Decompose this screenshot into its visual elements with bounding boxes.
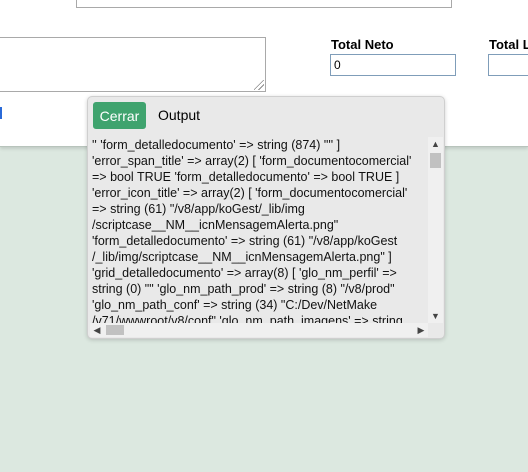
output-line: 'error_span_title' => array(2) [ 'form_d… [92,154,412,168]
output-line: => string (61) "/v8/app/koGest/_lib/img [92,202,305,216]
output-line: /_lib/img/scriptcase__NM__icnMensagemAle… [92,250,392,264]
output-line: 'grid_detalledocumento' => array(8) [ 'g… [92,266,397,280]
panel-title: Output [158,107,201,123]
scrollbar-corner [428,323,443,337]
output-line: string (0) "" 'glo_nm_path_prod' => stri… [92,282,395,296]
top-text-field[interactable] [76,0,452,8]
total-neto-label: Total Neto [331,37,394,52]
chevron-down-icon[interactable]: ▼ [428,309,443,323]
horizontal-scroll-thumb[interactable] [106,325,124,335]
chevron-right-icon[interactable]: ▶ [414,323,428,337]
total-l-label: Total L [489,37,528,52]
vertical-scrollbar[interactable]: ▲ ▼ [428,137,443,323]
output-panel: Cerrar Output '' 'form_detalledocumento'… [87,96,445,339]
output-line: 'error_icon_title' => array(2) [ 'form_d… [92,186,408,200]
notes-textarea[interactable] [0,37,266,92]
output-lines: '' 'form_detalledocumento' => string (87… [90,137,428,323]
output-line: 'form_detalledocumento' => string (61) "… [92,234,398,248]
resize-grip-icon[interactable] [254,80,264,90]
output-line: /v71/wwwroot/v8/conf" 'glo_nm_path_image… [92,314,403,323]
vertical-scroll-thumb[interactable] [430,153,441,168]
output-line: '' 'form_detalledocumento' => string (87… [92,138,341,152]
horizontal-scrollbar[interactable]: ◀ ▶ [90,323,428,337]
chevron-left-icon[interactable]: ◀ [90,323,104,337]
output-content[interactable]: '' 'form_detalledocumento' => string (87… [90,137,428,323]
total-neto-input[interactable] [330,54,456,76]
output-line: => bool TRUE 'form_detalledocumento' => … [92,170,400,184]
output-line: /scriptcase__NM__icnMensagemAlerta.png" [92,218,339,232]
close-button[interactable]: Cerrar [93,102,146,129]
output-line: 'glo_nm_path_conf' => string (34) "C:/De… [92,298,378,312]
chevron-up-icon[interactable]: ▲ [428,137,443,151]
left-edge-indicator [0,107,2,119]
total-l-input[interactable] [488,54,528,76]
